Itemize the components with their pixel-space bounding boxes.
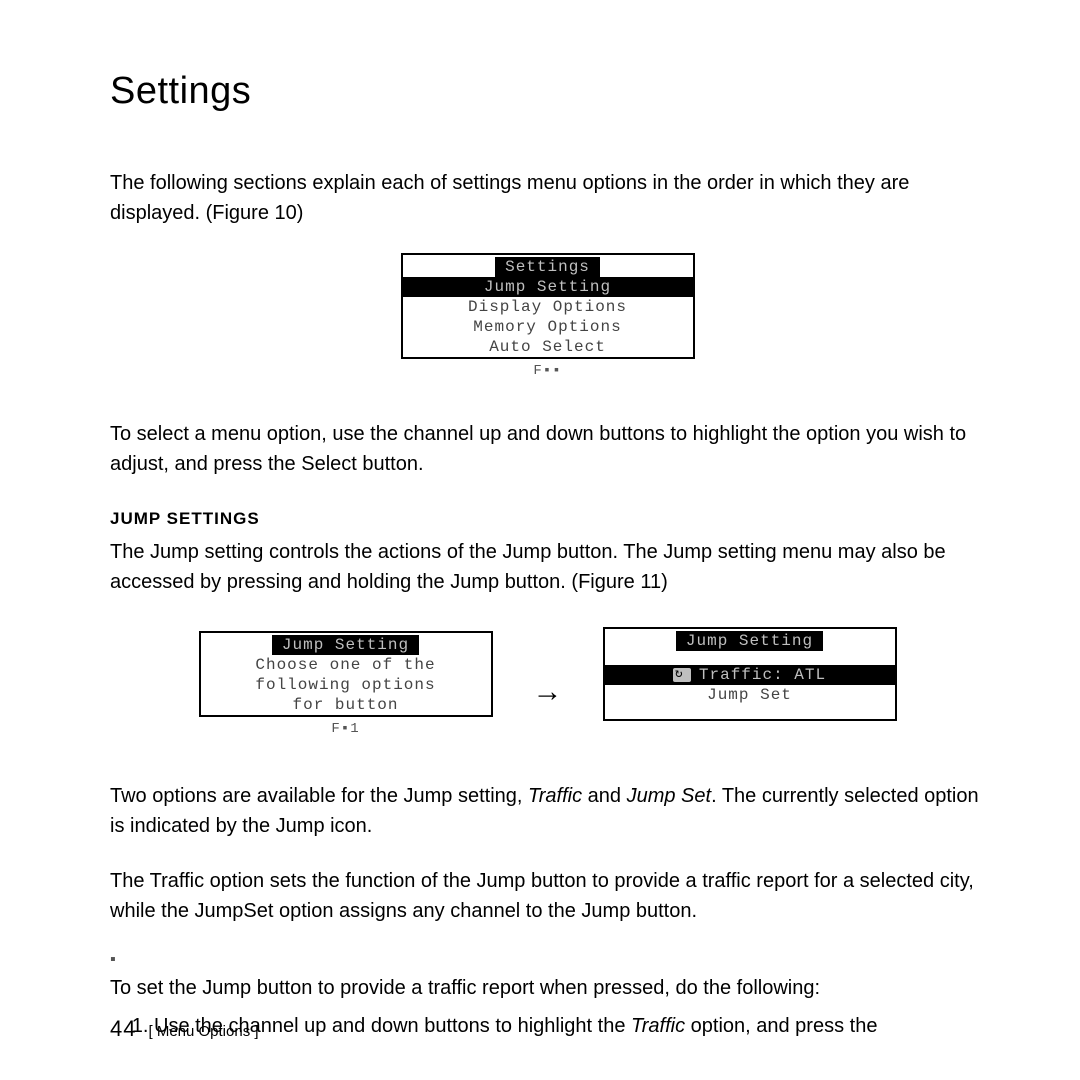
menu-row-auto-select: Auto Select xyxy=(403,337,693,357)
lone-glyph: ▪ xyxy=(110,951,985,969)
footer-section: [ Menu Options ] xyxy=(148,1023,258,1040)
jump-setting-options-screen: Jump Setting Traffic: ATL Jump Set xyxy=(603,627,897,721)
screen-title-bar: Jump Setting xyxy=(201,633,491,655)
manual-page: Settings The following sections explain … xyxy=(0,0,1080,1080)
menu-row-jump-setting: Jump Setting xyxy=(403,277,693,297)
page-number: 44 xyxy=(110,1016,136,1042)
select-help-paragraph: To select a menu option, use the channel… xyxy=(110,419,985,479)
traffic-explain-paragraph: The Traffic option sets the function of … xyxy=(110,866,985,926)
traffic-term: Traffic xyxy=(631,1015,685,1037)
screen-title: Jump Setting xyxy=(676,631,823,651)
figure-10-column: Settings Jump Setting Display Options Me… xyxy=(401,253,695,379)
settings-menu-screen: Settings Jump Setting Display Options Me… xyxy=(401,253,695,359)
arrow-right-icon: → xyxy=(533,675,563,709)
jump-setting-prompt-screen: Jump Setting Choose one of the following… xyxy=(199,631,493,717)
text-fragment: Two options are available for the Jump s… xyxy=(110,785,528,807)
figure-11-left-column: Jump Setting Choose one of the following… xyxy=(199,631,493,737)
option-row-jump-set: Jump Set xyxy=(605,685,895,705)
page-footer: 44 [ Menu Options ] xyxy=(110,1016,259,1042)
page-title: Settings xyxy=(110,70,985,113)
intro-paragraph: The following sections explain each of s… xyxy=(110,168,985,228)
jump-set-term: Jump Set xyxy=(627,785,711,807)
prompt-line-3: for button xyxy=(201,695,491,715)
figure-11: Jump Setting Choose one of the following… xyxy=(110,627,985,741)
text-fragment: and xyxy=(582,785,626,807)
screen-title: Settings xyxy=(495,257,600,277)
howto-intro: To set the Jump button to provide a traf… xyxy=(110,973,985,1003)
figure-11-caption: F▪1 xyxy=(331,721,359,737)
screen-title-bar: Settings xyxy=(403,255,693,277)
step-1: Use the channel up and down buttons to h… xyxy=(154,1011,985,1041)
figure-10: Settings Jump Setting Display Options Me… xyxy=(110,253,985,379)
two-options-paragraph: Two options are available for the Jump s… xyxy=(110,781,985,841)
jump-icon xyxy=(673,668,691,682)
figure-10-caption: F▪▪ xyxy=(533,363,561,379)
screen-title-bar: Jump Setting xyxy=(605,629,895,651)
traffic-term: Traffic xyxy=(528,785,582,807)
option-traffic-label: Traffic: ATL xyxy=(699,666,826,684)
jump-settings-heading: JUMP SETTINGS xyxy=(110,509,985,529)
spacer xyxy=(605,705,895,719)
jump-settings-paragraph: The Jump setting controls the actions of… xyxy=(110,537,985,597)
figure-11-right-column: Jump Setting Traffic: ATL Jump Set . xyxy=(603,627,897,741)
text-fragment: option, and press the xyxy=(685,1015,877,1037)
spacer xyxy=(605,651,895,665)
menu-row-display-options: Display Options xyxy=(403,297,693,317)
menu-row-memory-options: Memory Options xyxy=(403,317,693,337)
prompt-line-1: Choose one of the xyxy=(201,655,491,675)
prompt-line-2: following options xyxy=(201,675,491,695)
screen-title: Jump Setting xyxy=(272,635,419,655)
option-row-traffic: Traffic: ATL xyxy=(605,665,895,685)
